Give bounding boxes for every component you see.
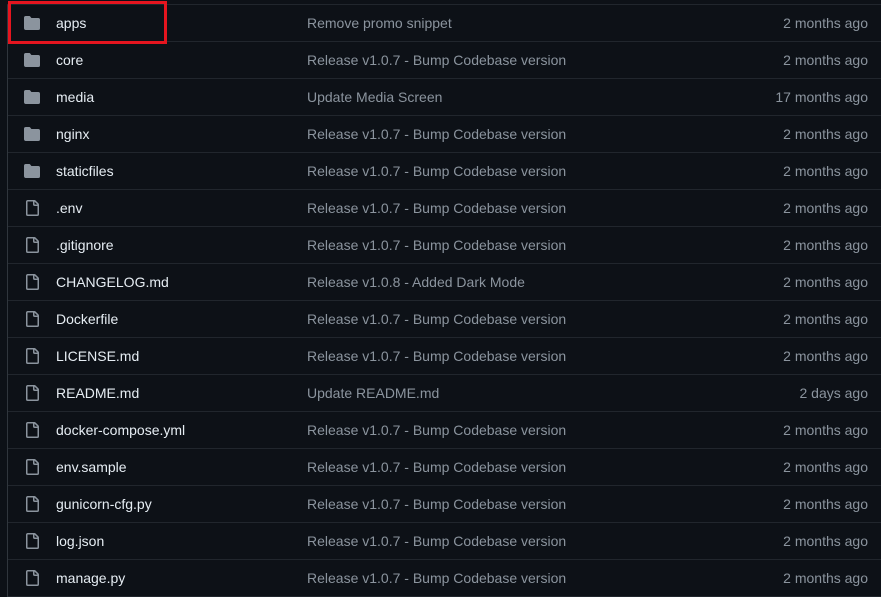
file-name-link[interactable]: apps [56,15,307,31]
commit-age: 2 months ago [783,15,868,31]
folder-row-staticfiles[interactable]: staticfiles Release v1.0.7 - Bump Codeba… [8,153,881,190]
file-icon [24,459,40,475]
file-row-dockerfile[interactable]: Dockerfile Release v1.0.7 - Bump Codebas… [8,301,881,338]
commit-message-link[interactable]: Release v1.0.7 - Bump Codebase version [307,311,668,327]
commit-age: 2 months ago [783,348,868,364]
commit-message-link[interactable]: Release v1.0.7 - Bump Codebase version [307,126,668,142]
file-row-manage-py[interactable]: manage.py Release v1.0.7 - Bump Codebase… [8,560,881,597]
folder-icon [24,89,40,105]
commit-age: 2 months ago [783,163,868,179]
commit-message-link[interactable]: Release v1.0.7 - Bump Codebase version [307,533,668,549]
commit-age: 2 months ago [783,52,868,68]
file-name-link[interactable]: docker-compose.yml [56,422,307,438]
file-row-gitignore[interactable]: .gitignore Release v1.0.7 - Bump Codebas… [8,227,881,264]
folder-row-apps[interactable]: apps Remove promo snippet 2 months ago [8,5,881,42]
file-row-docker-compose-yml[interactable]: docker-compose.yml Release v1.0.7 - Bump… [8,412,881,449]
file-list: apps Remove promo snippet 2 months ago c… [7,4,881,597]
commit-message-link[interactable]: Release v1.0.7 - Bump Codebase version [307,237,668,253]
commit-age: 2 months ago [783,533,868,549]
commit-message-link[interactable]: Release v1.0.7 - Bump Codebase version [307,200,668,216]
commit-age: 17 months ago [775,89,868,105]
file-name-link[interactable]: manage.py [56,570,307,586]
file-name-link[interactable]: gunicorn-cfg.py [56,496,307,512]
commit-age: 2 months ago [783,422,868,438]
file-row-gunicorn-cfg-py[interactable]: gunicorn-cfg.py Release v1.0.7 - Bump Co… [8,486,881,523]
commit-message-link[interactable]: Update Media Screen [307,89,668,105]
file-row-license-md[interactable]: LICENSE.md Release v1.0.7 - Bump Codebas… [8,338,881,375]
commit-age: 2 months ago [783,126,868,142]
file-row-readme-md[interactable]: README.md Update README.md 2 days ago [8,375,881,412]
file-name-link[interactable]: .gitignore [56,237,307,253]
file-icon [24,533,40,549]
file-icon [24,570,40,586]
folder-row-media[interactable]: media Update Media Screen 17 months ago [8,79,881,116]
file-name-link[interactable]: LICENSE.md [56,348,307,364]
file-name-link[interactable]: README.md [56,385,307,401]
commit-age: 2 months ago [783,459,868,475]
commit-age: 2 months ago [783,200,868,216]
file-icon [24,237,40,253]
folder-row-core[interactable]: core Release v1.0.7 - Bump Codebase vers… [8,42,881,79]
file-row-env[interactable]: .env Release v1.0.7 - Bump Codebase vers… [8,190,881,227]
file-name-link[interactable]: log.json [56,533,307,549]
commit-age: 2 months ago [783,237,868,253]
file-name-link[interactable]: media [56,89,307,105]
file-name-link[interactable]: nginx [56,126,307,142]
file-icon [24,311,40,327]
commit-message-link[interactable]: Release v1.0.7 - Bump Codebase version [307,496,668,512]
commit-message-link[interactable]: Remove promo snippet [307,15,668,31]
folder-icon [24,52,40,68]
commit-message-link[interactable]: Release v1.0.8 - Added Dark Mode [307,274,668,290]
file-icon [24,348,40,364]
folder-icon [24,163,40,179]
file-icon [24,274,40,290]
file-icon [24,496,40,512]
file-icon [24,200,40,216]
file-name-link[interactable]: core [56,52,307,68]
commit-message-link[interactable]: Release v1.0.7 - Bump Codebase version [307,163,668,179]
commit-message-link[interactable]: Release v1.0.7 - Bump Codebase version [307,52,668,68]
folder-icon [24,126,40,142]
file-row-env-sample[interactable]: env.sample Release v1.0.7 - Bump Codebas… [8,449,881,486]
file-name-link[interactable]: .env [56,200,307,216]
file-name-link[interactable]: staticfiles [56,163,307,179]
file-icon [24,422,40,438]
commit-message-link[interactable]: Update README.md [307,385,668,401]
file-name-link[interactable]: env.sample [56,459,307,475]
folder-icon [24,15,40,31]
commit-age: 2 months ago [783,274,868,290]
file-icon [24,385,40,401]
commit-age: 2 months ago [783,496,868,512]
file-name-link[interactable]: Dockerfile [56,311,307,327]
file-name-link[interactable]: CHANGELOG.md [56,274,307,290]
commit-age: 2 days ago [799,385,869,401]
commit-message-link[interactable]: Release v1.0.7 - Bump Codebase version [307,422,668,438]
commit-message-link[interactable]: Release v1.0.7 - Bump Codebase version [307,570,668,586]
commit-age: 2 months ago [783,570,868,586]
commit-age: 2 months ago [783,311,868,327]
file-row-log-json[interactable]: log.json Release v1.0.7 - Bump Codebase … [8,523,881,560]
commit-message-link[interactable]: Release v1.0.7 - Bump Codebase version [307,459,668,475]
commit-message-link[interactable]: Release v1.0.7 - Bump Codebase version [307,348,668,364]
file-row-changelog-md[interactable]: CHANGELOG.md Release v1.0.8 - Added Dark… [8,264,881,301]
folder-row-nginx[interactable]: nginx Release v1.0.7 - Bump Codebase ver… [8,116,881,153]
